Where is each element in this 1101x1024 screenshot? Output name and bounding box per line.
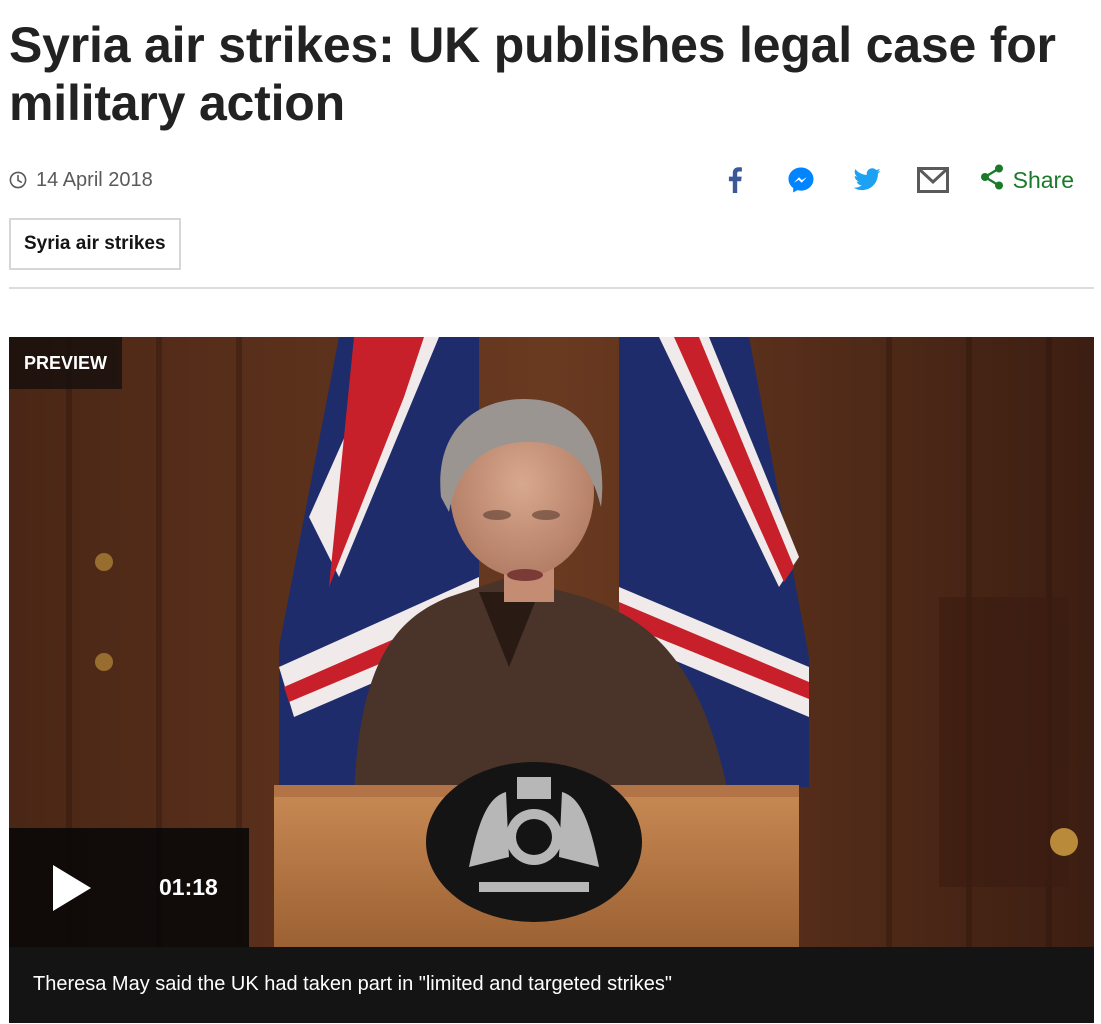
video-player[interactable]: PREVIEW 01:18 Theresa May said the UK ha… [9,337,1094,1023]
article-date: 14 April 2018 [9,168,153,192]
email-icon [916,167,949,193]
article-meta: 14 April 2018 Share [9,158,1094,202]
share-tools: Share [702,158,1074,202]
facebook-share-button[interactable] [702,158,768,202]
twitter-share-button[interactable] [834,158,900,202]
clock-icon [9,171,27,189]
play-button[interactable]: 01:18 [9,828,249,948]
share-icon [980,164,1004,196]
share-label: Share [1012,166,1074,193]
preview-badge: PREVIEW [9,337,122,389]
share-button[interactable]: Share [980,164,1074,196]
messenger-icon [787,166,815,194]
video-duration: 01:18 [159,874,218,900]
messenger-share-button[interactable] [768,158,834,202]
play-icon [53,865,91,916]
video-caption: Theresa May said the UK had taken part i… [9,947,1094,1023]
email-share-button[interactable] [900,158,966,202]
twitter-icon [853,168,881,192]
divider [9,287,1094,289]
article-headline: Syria air strikes: UK publishes legal ca… [9,17,1056,131]
facebook-icon [728,167,742,193]
date-text: 14 April 2018 [36,168,153,191]
topic-tag-syria-air-strikes[interactable]: Syria air strikes [9,218,181,270]
